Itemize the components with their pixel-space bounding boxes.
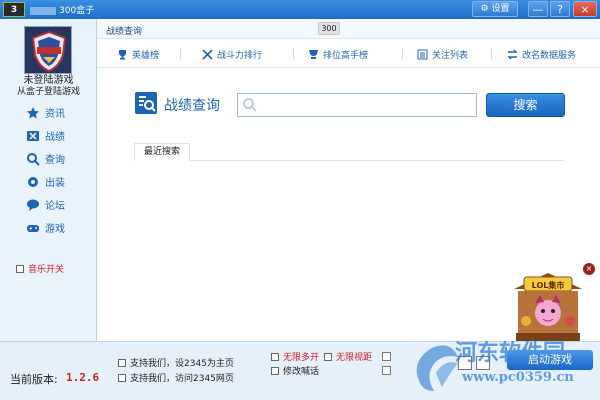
mascot-sign: LOL集市 bbox=[532, 280, 565, 290]
trophy-icon bbox=[119, 50, 126, 60]
settings-button[interactable]: ⚙ 设置 bbox=[472, 1, 518, 17]
shield-avatar-icon bbox=[25, 27, 71, 73]
lol-market-mascot-icon[interactable]: LOL集市 bbox=[510, 269, 586, 343]
divider bbox=[180, 48, 181, 59]
toggle-unlimited-instances[interactable]: 无限多开 bbox=[271, 350, 319, 363]
page-title: 战绩查询 bbox=[106, 27, 143, 37]
version-label: 当前版本: bbox=[10, 373, 58, 386]
sidebar-item-news[interactable]: 资讯 bbox=[26, 101, 65, 124]
version-number: 1.2.6 bbox=[66, 371, 100, 384]
window-title: 300盒子 bbox=[30, 3, 94, 16]
list-icon bbox=[417, 49, 428, 60]
search-input[interactable] bbox=[237, 93, 477, 117]
extra-checkbox[interactable] bbox=[382, 352, 391, 361]
recent-tabs: 最近搜索 bbox=[134, 143, 564, 161]
divider bbox=[293, 48, 294, 59]
sidebar: 未登陆游戏 从盒子登陆游戏 资讯 战绩 查询 出装 论坛 游戏 音乐开关 bbox=[0, 19, 97, 341]
search-icon bbox=[27, 152, 40, 166]
sidebar-item-query[interactable]: 查询 bbox=[26, 147, 65, 170]
music-checkbox[interactable] bbox=[16, 264, 24, 273]
exchange-icon bbox=[507, 49, 518, 60]
view-checkbox[interactable] bbox=[324, 352, 332, 361]
start-game-button[interactable]: 启动游戏 bbox=[507, 350, 593, 370]
search-button[interactable]: 搜索 bbox=[486, 93, 565, 117]
sidebar-nav: 资讯 战绩 查询 出装 论坛 游戏 bbox=[26, 101, 65, 239]
page-header: 战绩查询 300 bbox=[97, 19, 600, 39]
extra-checkbox[interactable] bbox=[382, 366, 391, 375]
toggle-modify-shout[interactable]: 修改喊话 bbox=[271, 364, 319, 377]
option-set-homepage[interactable]: 支持我们，设2345为主页 bbox=[118, 356, 234, 369]
avatar[interactable] bbox=[24, 26, 72, 74]
help-button[interactable]: ? bbox=[550, 1, 570, 17]
tab-recent-search[interactable]: 最近搜索 bbox=[134, 143, 191, 161]
blurred-name bbox=[30, 6, 56, 15]
nav-follow-list[interactable]: 关注列表 bbox=[417, 48, 468, 61]
gear-icon: ⚙ bbox=[480, 4, 489, 14]
toggle-unlimited-view[interactable]: 无限视距 bbox=[324, 350, 372, 363]
sidebar-item-record[interactable]: 战绩 bbox=[26, 124, 65, 147]
gamepad-icon bbox=[27, 224, 39, 232]
crossed-swords-icon bbox=[202, 49, 213, 60]
close-button[interactable]: × bbox=[573, 1, 597, 17]
visit-checkbox[interactable] bbox=[118, 373, 126, 382]
minimize-button[interactable]: — bbox=[528, 1, 548, 17]
search-title: 战绩查询 bbox=[164, 98, 220, 114]
title-bar: 3 300盒子 ⚙ 设置 — ? × bbox=[0, 0, 600, 19]
sidebar-item-forum[interactable]: 论坛 bbox=[26, 193, 65, 216]
crossed-swords-icon bbox=[27, 130, 39, 141]
music-toggle[interactable]: 音乐开关 bbox=[16, 262, 64, 275]
magnifier-icon bbox=[243, 98, 257, 112]
nav-power-ranking[interactable]: 战斗力排行 bbox=[202, 48, 262, 61]
nav-rank-master[interactable]: 排位高手榜 bbox=[308, 48, 368, 61]
shout-checkbox[interactable] bbox=[271, 366, 279, 375]
top-nav: 英雄榜 战斗力排行 排位高手榜 关注列表 改名数据服务 bbox=[97, 39, 600, 68]
user-login-hint: 从盒子登陆游戏 bbox=[16, 87, 80, 97]
watermark-url: www.pc0359.cn bbox=[462, 370, 574, 385]
chat-bubble-icon bbox=[27, 199, 39, 211]
record-search-icon bbox=[135, 92, 157, 114]
count-badge: 300 bbox=[318, 22, 340, 35]
star-icon bbox=[27, 106, 39, 118]
sidebar-item-game[interactable]: 游戏 bbox=[26, 216, 65, 239]
homepage-checkbox[interactable] bbox=[118, 358, 126, 367]
sidebar-item-build[interactable]: 出装 bbox=[26, 170, 65, 193]
divider bbox=[402, 48, 403, 59]
gear-items-icon bbox=[28, 176, 38, 187]
nav-rename-service[interactable]: 改名数据服务 bbox=[507, 48, 576, 61]
app-logo-icon: 3 bbox=[3, 2, 25, 17]
option-visit-site[interactable]: 支持我们，访问2345网页 bbox=[118, 371, 234, 384]
instances-checkbox[interactable] bbox=[271, 352, 279, 361]
divider bbox=[491, 48, 492, 59]
nav-hero-ranking[interactable]: 英雄榜 bbox=[117, 48, 159, 61]
cup-icon bbox=[309, 50, 318, 59]
